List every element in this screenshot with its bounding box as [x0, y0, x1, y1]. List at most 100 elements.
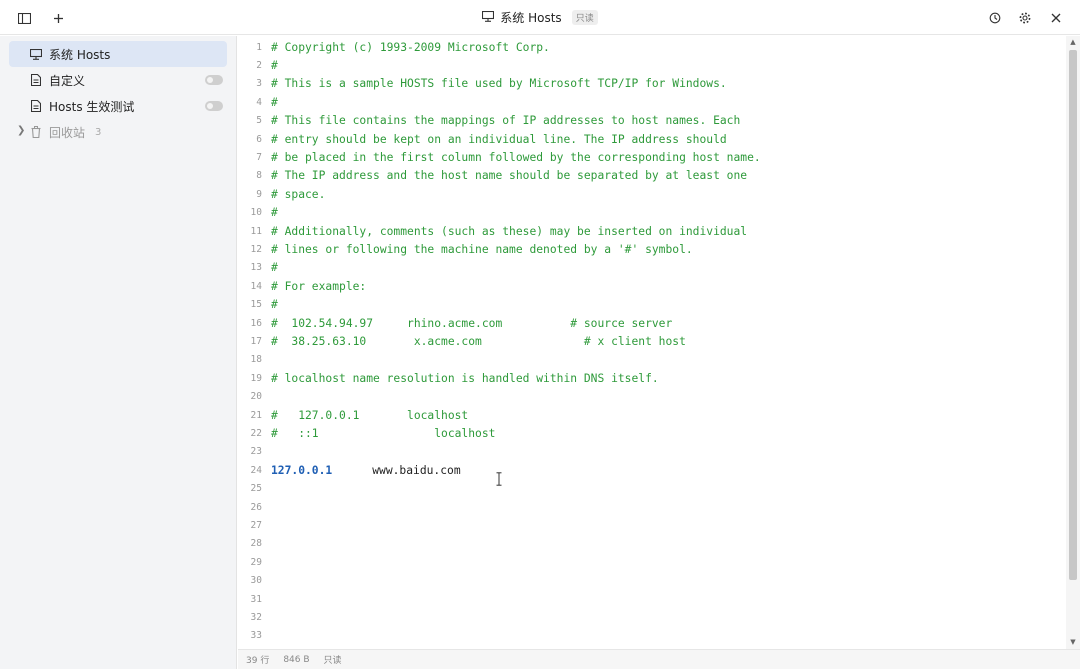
editor-line[interactable]: 31: [238, 590, 271, 608]
close-icon[interactable]: [1046, 8, 1066, 28]
line-text: # For example:: [271, 279, 367, 293]
editor-line[interactable]: 30: [238, 572, 271, 590]
line-number: 11: [250, 225, 262, 237]
sidebar-toggle-icon[interactable]: [14, 8, 34, 28]
sidebar-item-hosts-test[interactable]: Hosts 生效测试: [9, 93, 227, 119]
line-number: 15: [250, 299, 262, 311]
line-number: 12: [250, 244, 262, 256]
editor-scrollbar[interactable]: ▲ ▼: [1066, 36, 1080, 649]
line-text: # space.: [271, 187, 326, 201]
editor-line[interactable]: 11 # Additionally, comments (such as thes…: [238, 222, 748, 240]
line-text: #: [271, 95, 278, 109]
line-number: 31: [250, 593, 262, 605]
line-number: 6: [256, 133, 262, 145]
sidebar-item-custom[interactable]: 自定义: [9, 67, 227, 93]
editor-line[interactable]: 32: [238, 608, 271, 626]
editor-line[interactable]: 23: [238, 443, 271, 461]
editor-line[interactable]: 18: [238, 351, 271, 369]
line-text: # lines or following the machine name de…: [271, 243, 693, 257]
line-number: 9: [256, 188, 262, 200]
editor-line[interactable]: 21 # 127.0.0.1 localhost: [238, 406, 469, 424]
hosts-test-toggle[interactable]: [205, 101, 223, 111]
editor-line[interactable]: 19 # localhost name resolution is handled…: [238, 369, 659, 387]
line-text: # 127.0.0.1 localhost: [271, 408, 469, 422]
window-title-group: 系统 Hosts 只读: [0, 0, 1080, 35]
line-number: 23: [250, 446, 262, 458]
editor-line[interactable]: 29: [238, 553, 271, 571]
editor-line[interactable]: 12 # lines or following the machine name …: [238, 240, 693, 258]
editor-line[interactable]: 5 # This file contains the mappings of IP…: [238, 112, 740, 130]
line-number: 28: [250, 538, 262, 550]
editor-line[interactable]: 8 # The IP address and the host name shou…: [238, 167, 747, 185]
editor-line[interactable]: 9 # space.: [238, 185, 325, 203]
editor-line[interactable]: 25: [238, 480, 271, 498]
editor-line[interactable]: 27: [238, 516, 271, 534]
history-icon[interactable]: [985, 8, 1005, 28]
editor-line[interactable]: 15 #: [238, 296, 278, 314]
editor-line[interactable]: 13 #: [238, 259, 278, 277]
line-number: 1: [256, 41, 262, 53]
line-number: 27: [250, 520, 262, 532]
host-ip: 127.0.0.1: [271, 463, 333, 477]
line-text: # This file contains the mappings of IP …: [271, 114, 741, 128]
line-number: 17: [250, 336, 262, 348]
line-number: 18: [250, 354, 262, 366]
line-number: 25: [250, 483, 262, 495]
line-number: 19: [250, 372, 262, 384]
editor-line[interactable]: 3 # This is a sample HOSTS file used by M…: [238, 75, 726, 93]
scroll-down-icon[interactable]: ▼: [1069, 638, 1077, 646]
gear-icon[interactable]: [1015, 8, 1035, 28]
editor-line[interactable]: 24 127.0.0.1 www.baidu.com: [238, 461, 461, 479]
line-number: 32: [250, 612, 262, 624]
editor-line[interactable]: 28: [238, 535, 271, 553]
title-bar: 系统 Hosts 只读: [0, 0, 1080, 35]
scrollbar-thumb[interactable]: [1069, 50, 1077, 580]
scroll-up-icon[interactable]: ▲: [1069, 38, 1077, 46]
editor-line[interactable]: 4 #: [238, 93, 278, 111]
line-text: # Additionally, comments (such as these)…: [271, 224, 748, 238]
editor-line[interactable]: 20: [238, 388, 271, 406]
sidebar: 系统 Hosts 自定义 Hosts 生效测试 ❯ 回收站 3: [0, 36, 237, 669]
editor-line[interactable]: 1 # Copyright (c) 1993-2009 Microsoft Cor…: [238, 38, 550, 56]
line-text: #: [271, 206, 278, 220]
line-number: 2: [256, 60, 262, 72]
line-number: 20: [250, 391, 262, 403]
editor-line[interactable]: 14 # For example:: [238, 277, 367, 295]
sidebar-item-label: 系统 Hosts: [49, 47, 111, 62]
editor-line[interactable]: 22 # ::1 localhost: [238, 424, 496, 442]
custom-toggle[interactable]: [205, 75, 223, 85]
line-text: #: [271, 261, 278, 275]
line-number: 22: [250, 428, 262, 440]
sidebar-item-trash[interactable]: ❯ 回收站 3: [9, 119, 227, 145]
line-number: 7: [256, 152, 262, 164]
file-icon: [29, 99, 43, 113]
line-text: #: [271, 59, 278, 73]
line-text: # localhost name resolution is handled w…: [271, 371, 659, 385]
editor-line[interactable]: 6 # entry should be kept on an individual…: [238, 130, 727, 148]
sidebar-item-label: Hosts 生效测试: [49, 99, 135, 114]
status-bar: 39 行 846 B 只读: [238, 649, 1080, 669]
line-number: 30: [250, 575, 262, 587]
line-text: # Copyright (c) 1993-2009 Microsoft Corp…: [271, 40, 550, 54]
plus-icon[interactable]: [48, 8, 68, 28]
sidebar-item-label: 回收站: [49, 125, 86, 140]
editor-line[interactable]: 7 # be placed in the first column followe…: [238, 148, 760, 166]
line-number: 33: [250, 630, 262, 642]
line-number: 8: [256, 170, 262, 182]
sidebar-item-system-hosts[interactable]: 系统 Hosts: [9, 41, 227, 67]
editor-line[interactable]: 17 # 38.25.63.10 x.acme.com # x client ho…: [238, 332, 686, 350]
monitor-icon: [482, 10, 495, 25]
editor-line[interactable]: 2 #: [238, 56, 278, 74]
line-number: 24: [250, 464, 262, 476]
line-text: # entry should be kept on an individual …: [271, 132, 727, 146]
trash-count: 3: [95, 126, 102, 138]
line-number: 16: [250, 317, 262, 329]
editor-line[interactable]: 33: [238, 627, 271, 645]
chevron-right-icon[interactable]: ❯: [17, 125, 25, 136]
editor-line[interactable]: 26: [238, 498, 271, 516]
editor-line[interactable]: 10 #: [238, 204, 278, 222]
line-number: 10: [250, 207, 262, 219]
line-text: # ::1 localhost: [271, 427, 496, 441]
hosts-editor[interactable]: 1 # Copyright (c) 1993-2009 Microsoft Cor…: [238, 36, 1066, 649]
editor-line[interactable]: 16 # 102.54.94.97 rhino.acme.com # source…: [238, 314, 673, 332]
